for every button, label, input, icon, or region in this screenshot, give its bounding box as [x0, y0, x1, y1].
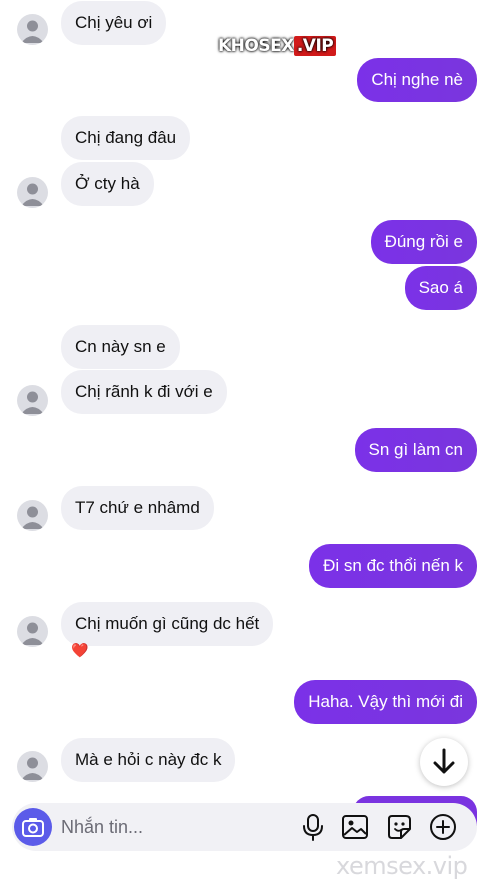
message-bubble-outgoing[interactable]: Sn gì làm cn	[354, 428, 477, 472]
scroll-to-bottom-button[interactable]	[420, 738, 468, 786]
message-input[interactable]: Nhắn tin...	[61, 817, 143, 838]
avatar[interactable]	[17, 751, 48, 782]
watermark-logo: KHOSEX .VIP	[218, 36, 337, 56]
microphone-icon	[303, 814, 323, 841]
sticker-icon	[388, 815, 411, 839]
heart-reaction-icon[interactable]: ❤️	[67, 639, 93, 661]
camera-button[interactable]	[14, 808, 52, 846]
message-bubble-incoming[interactable]: Ở cty hà	[61, 162, 154, 206]
avatar[interactable]	[17, 385, 48, 416]
message-bubble-incoming[interactable]: Cn này sn e	[61, 325, 180, 369]
message-bubble-incoming[interactable]: Chị đang đâu	[61, 116, 191, 160]
user-silhouette-icon	[21, 506, 44, 529]
message-bubble-outgoing[interactable]: Đi sn đc thổi nến k	[309, 544, 477, 588]
gallery-button[interactable]	[340, 812, 370, 842]
avatar[interactable]	[17, 14, 48, 45]
footer-watermark: xemsex.vip	[336, 852, 468, 880]
user-silhouette-icon	[21, 622, 44, 645]
message-bubble-incoming[interactable]: Chị rãnh k đi với e	[61, 370, 227, 414]
chat-screen: KHOSEX .VIP Chị yêu ơi Chị nghe nè Chị đa…	[0, 0, 485, 896]
avatar[interactable]	[17, 500, 48, 531]
microphone-button[interactable]	[298, 812, 328, 842]
image-icon	[342, 815, 368, 839]
plus-circle-icon	[430, 814, 456, 840]
watermark-brand: KHOSEX	[218, 36, 294, 56]
message-bubble-incoming[interactable]: T7 chứ e nhâmd	[61, 486, 214, 530]
message-bubble-outgoing[interactable]: Sao á	[404, 266, 477, 310]
user-silhouette-icon	[21, 391, 44, 414]
camera-icon	[22, 818, 44, 837]
add-button[interactable]	[428, 812, 458, 842]
avatar[interactable]	[17, 177, 48, 208]
watermark-suffix: .VIP	[293, 36, 337, 56]
avatar[interactable]	[17, 616, 48, 647]
user-silhouette-icon	[21, 183, 44, 206]
message-bubble-incoming[interactable]: Chị yêu ơi	[61, 1, 167, 45]
message-bubble-outgoing[interactable]: Chị nghe nè	[357, 58, 477, 102]
user-silhouette-icon	[21, 20, 44, 43]
sticker-button[interactable]	[384, 812, 414, 842]
message-bubble-outgoing[interactable]: Haha. Vậy thì mới đi	[294, 680, 477, 724]
user-silhouette-icon	[21, 757, 44, 780]
arrow-down-icon	[433, 748, 455, 774]
message-bubble-incoming[interactable]: Mà e hỏi c này đc k	[61, 738, 236, 782]
message-bubble-outgoing[interactable]: Đúng rồi e	[370, 220, 477, 264]
